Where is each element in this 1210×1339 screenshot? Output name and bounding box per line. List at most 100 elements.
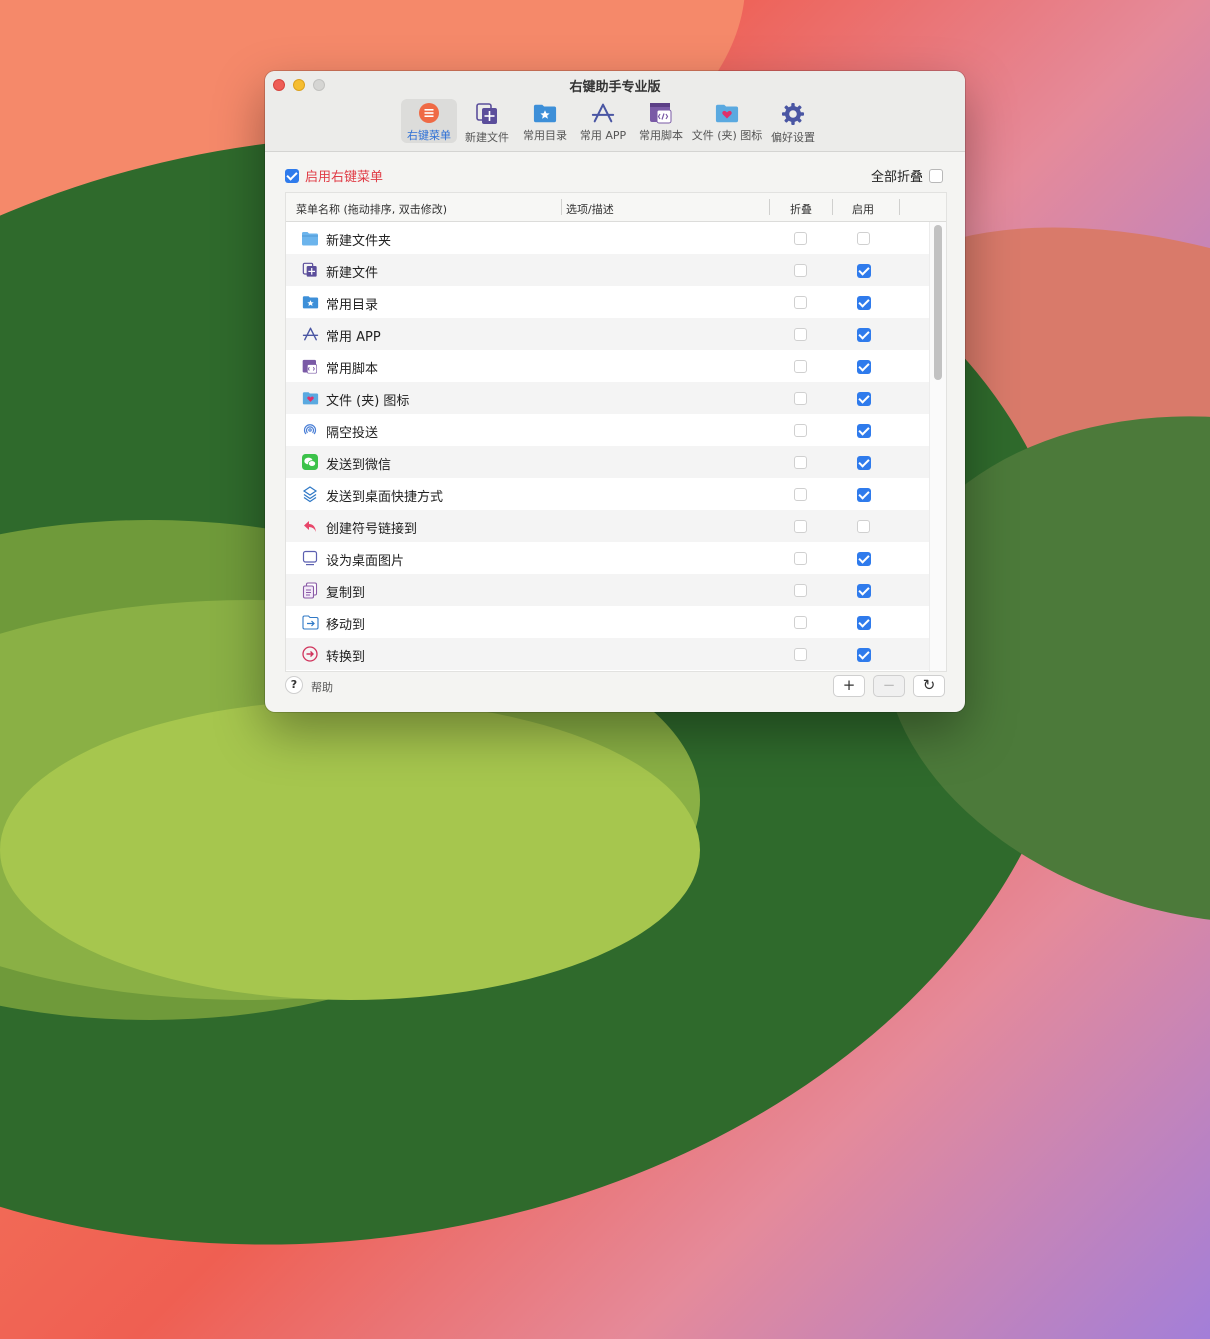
new-file-icon (301, 261, 319, 279)
tab-common-apps[interactable]: 常用 APP (575, 99, 631, 143)
enable-context-menu-checkbox[interactable] (285, 168, 299, 183)
fold-all-label: 全部折叠 (870, 170, 923, 185)
fold-checkbox[interactable] (794, 263, 807, 278)
wechat-icon (301, 453, 319, 471)
vertical-scrollbar[interactable] (929, 222, 946, 671)
fold-checkbox[interactable] (794, 359, 807, 374)
row-name: 发送到微信 (326, 458, 392, 473)
refresh-button[interactable]: ↻ (913, 675, 945, 697)
fold-checkbox[interactable] (794, 231, 807, 246)
row-name: 常用脚本 (326, 362, 379, 377)
enable-checkbox[interactable] (857, 583, 871, 598)
fold-checkbox[interactable] (794, 519, 807, 534)
desktop-icon (301, 549, 319, 567)
fold-checkbox[interactable] (794, 423, 807, 438)
tab-common-folders[interactable]: 常用目录 (517, 99, 573, 143)
menu-items-table: 菜单名称 (拖动排序, 双击修改) 选项/描述 折叠 启用 新建文件夹新建文件常… (285, 192, 947, 672)
folder-heart-icon (715, 102, 739, 124)
table-row[interactable]: 新建文件 (286, 254, 946, 286)
help-label[interactable]: 帮助 (311, 679, 333, 695)
tab-label: 新建文件 (465, 131, 509, 144)
content-area: 启用右键菜单 全部折叠 菜单名称 (拖动排序, 双击修改) 选项/描述 折叠 启… (265, 152, 965, 712)
tab-right-click-menu[interactable]: 右键菜单 (401, 99, 457, 143)
table-row[interactable]: 发送到桌面快捷方式 (286, 478, 946, 510)
fold-checkbox[interactable] (794, 551, 807, 566)
table-row[interactable]: 发送到微信 (286, 446, 946, 478)
enable-context-menu-toggle[interactable]: 启用右键菜单 (285, 166, 383, 185)
enable-checkbox[interactable] (857, 615, 871, 630)
toolbar: 右键菜单 新建文件 常用目录 常用 APP 常用脚本 文件 (夹) 图标 偏好设… (401, 99, 821, 144)
enable-checkbox[interactable] (857, 519, 870, 534)
table-row[interactable]: 常用目录 (286, 286, 946, 318)
table-row[interactable]: 新建文件夹 (286, 222, 946, 254)
column-header-options[interactable]: 选项/描述 (566, 201, 614, 217)
fold-all-toggle[interactable]: 全部折叠 (871, 166, 943, 185)
column-divider (769, 199, 770, 215)
enable-checkbox[interactable] (857, 455, 871, 470)
tab-file-folder-icons[interactable]: 文件 (夹) 图标 (691, 99, 763, 143)
column-header-enable[interactable]: 启用 (852, 201, 874, 217)
table-row[interactable]: 隔空投送 (286, 414, 946, 446)
airdrop-icon (301, 421, 319, 439)
shortcut-icon (301, 485, 319, 503)
enable-checkbox[interactable] (857, 263, 871, 278)
table-row[interactable]: 文件 (夹) 图标 (286, 382, 946, 414)
new-file-icon (475, 102, 499, 126)
titlebar: 右键助手专业版 右键菜单 新建文件 常用目录 常用 APP 常用脚本 文件 (夹… (265, 71, 965, 152)
fold-all-checkbox[interactable] (929, 168, 943, 183)
fold-checkbox[interactable] (794, 647, 807, 662)
row-name: 转换到 (326, 650, 366, 665)
column-divider (899, 199, 900, 215)
enable-context-menu-label: 启用右键菜单 (305, 170, 384, 185)
footer: ? 帮助 + − ↻ (285, 675, 945, 699)
help-button[interactable]: ? (285, 676, 303, 694)
table-row[interactable]: 创建符号链接到 (286, 510, 946, 542)
folder-star-icon (533, 102, 557, 124)
enable-checkbox[interactable] (857, 359, 871, 374)
tab-common-scripts[interactable]: 常用脚本 (633, 99, 689, 143)
enable-checkbox[interactable] (857, 327, 871, 342)
fold-checkbox[interactable] (794, 327, 807, 342)
add-button[interactable]: + (833, 675, 865, 697)
enable-checkbox[interactable] (857, 231, 870, 246)
row-name: 新建文件 (326, 266, 379, 281)
enable-checkbox[interactable] (857, 487, 871, 502)
table-row[interactable]: 转换到 (286, 638, 946, 670)
row-name: 复制到 (326, 586, 366, 601)
enable-checkbox[interactable] (857, 423, 871, 438)
symlink-icon (301, 517, 319, 535)
fold-checkbox[interactable] (794, 583, 807, 598)
row-name: 创建符号链接到 (326, 522, 418, 537)
table-row[interactable]: 常用脚本 (286, 350, 946, 382)
row-name: 文件 (夹) 图标 (326, 394, 410, 409)
table-row[interactable]: 设为桌面图片 (286, 542, 946, 574)
folder-heart-icon (301, 389, 319, 407)
tab-label: 常用目录 (523, 129, 567, 142)
table-header: 菜单名称 (拖动排序, 双击修改) 选项/描述 折叠 启用 (286, 193, 946, 222)
remove-button[interactable]: − (873, 675, 905, 697)
tab-new-file[interactable]: 新建文件 (459, 99, 515, 144)
table-row[interactable]: 复制到 (286, 574, 946, 606)
table-row[interactable]: 移动到 (286, 606, 946, 638)
enable-checkbox[interactable] (857, 551, 871, 566)
enable-checkbox[interactable] (857, 647, 871, 662)
column-header-name[interactable]: 菜单名称 (拖动排序, 双击修改) (296, 201, 447, 217)
row-name: 常用目录 (326, 298, 379, 313)
fold-checkbox[interactable] (794, 391, 807, 406)
app-window: 右键助手专业版 右键菜单 新建文件 常用目录 常用 APP 常用脚本 文件 (夹… (265, 71, 965, 712)
row-name: 发送到桌面快捷方式 (326, 490, 444, 505)
enable-checkbox[interactable] (857, 295, 871, 310)
app-store-icon (591, 102, 615, 124)
fold-checkbox[interactable] (794, 295, 807, 310)
gear-icon (781, 102, 805, 126)
table-row[interactable]: 常用 APP (286, 318, 946, 350)
fold-checkbox[interactable] (794, 455, 807, 470)
tab-preferences[interactable]: 偏好设置 (765, 99, 821, 144)
tab-label: 偏好设置 (771, 131, 815, 144)
enable-checkbox[interactable] (857, 391, 871, 406)
app-store-icon (301, 325, 319, 343)
fold-checkbox[interactable] (794, 487, 807, 502)
fold-checkbox[interactable] (794, 615, 807, 630)
scrollbar-thumb[interactable] (934, 225, 942, 380)
column-header-fold[interactable]: 折叠 (790, 201, 812, 217)
